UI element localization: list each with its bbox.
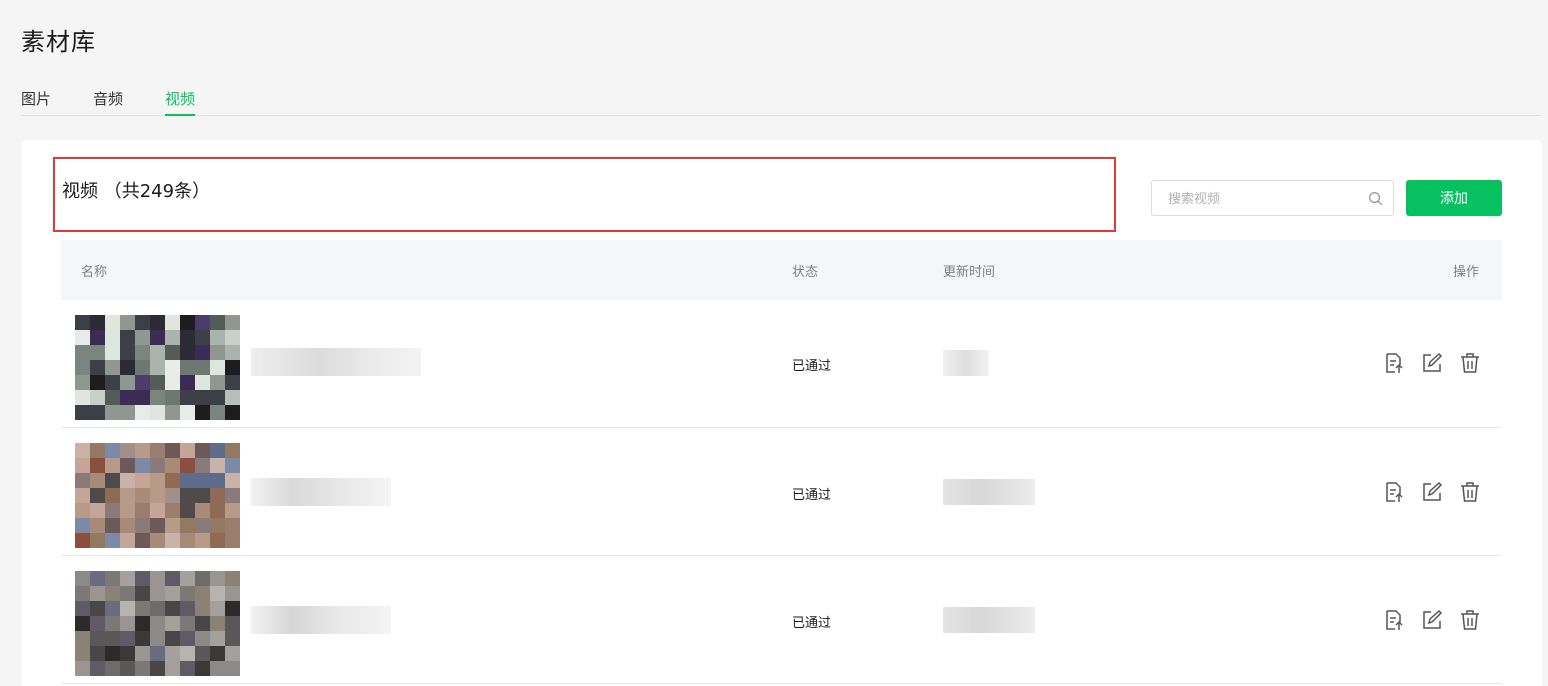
update-time-redacted: [943, 607, 1035, 633]
video-thumbnail[interactable]: [75, 571, 240, 676]
video-thumbnail[interactable]: [75, 443, 240, 548]
header-name: 名称: [81, 265, 108, 280]
row-actions: [1383, 481, 1483, 505]
update-time-redacted: [943, 479, 1035, 505]
row-actions: [1383, 609, 1483, 633]
table-header: 名称 状态 更新时间 操作: [61, 240, 1502, 300]
trash-icon[interactable]: [1459, 352, 1481, 374]
trash-icon[interactable]: [1459, 609, 1481, 631]
table-row: 已通过: [61, 300, 1502, 428]
edit-icon[interactable]: [1421, 481, 1443, 503]
status-text: 已通过: [792, 616, 832, 631]
tab-bar: 图片 音频 视频: [21, 88, 1542, 116]
update-time-redacted: [943, 350, 989, 376]
search-icon[interactable]: [1368, 191, 1383, 206]
trash-icon[interactable]: [1459, 481, 1481, 503]
search-box: [1151, 180, 1394, 216]
header-actions: 操作: [1453, 265, 1480, 280]
video-thumbnail[interactable]: [75, 315, 240, 420]
highlight-annotation: [53, 157, 1116, 232]
header-status: 状态: [792, 265, 819, 280]
page-title: 素材库: [21, 28, 96, 56]
status-text: 已通过: [792, 488, 832, 503]
tab-video[interactable]: 视频: [165, 88, 196, 116]
edit-icon[interactable]: [1421, 352, 1443, 374]
search-input[interactable]: [1152, 181, 1352, 215]
document-upload-icon[interactable]: [1383, 609, 1405, 631]
status-text: 已通过: [792, 359, 832, 374]
video-name-redacted: [251, 348, 421, 376]
edit-icon[interactable]: [1421, 609, 1443, 631]
section-title: 视频 （共249条）: [62, 181, 211, 202]
header-updated: 更新时间: [943, 265, 996, 280]
video-name-redacted: [251, 478, 391, 506]
video-name-redacted: [251, 606, 391, 634]
tab-images[interactable]: 图片: [21, 88, 51, 116]
document-upload-icon[interactable]: [1383, 352, 1405, 374]
table-row: 已通过: [61, 556, 1502, 684]
document-upload-icon[interactable]: [1383, 481, 1405, 503]
row-actions: [1383, 352, 1483, 376]
table-row: 已通过: [61, 428, 1502, 556]
add-button[interactable]: 添加: [1406, 180, 1502, 216]
tab-audio[interactable]: 音频: [93, 88, 123, 116]
